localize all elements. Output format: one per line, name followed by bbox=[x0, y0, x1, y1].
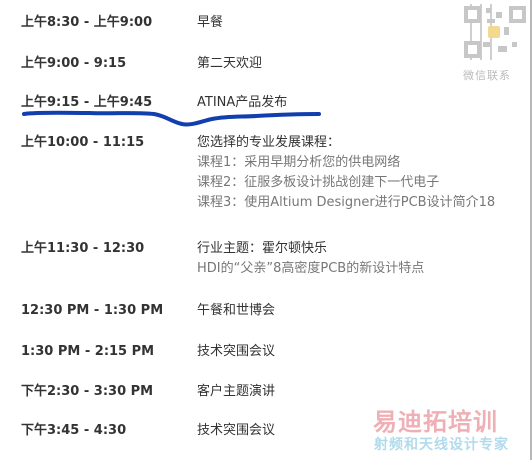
qr-dot bbox=[483, 42, 490, 47]
schedule-title: 午餐和世博会 bbox=[197, 303, 276, 318]
schedule-title: 技术突围会议 bbox=[197, 344, 276, 359]
schedule-title: 您选择的专业发展课程： bbox=[197, 135, 341, 150]
schedule-title: 客户主题演讲 bbox=[197, 384, 276, 399]
schedule-time: 上午10:00 - 11:15 bbox=[21, 135, 145, 150]
schedule-event: 您选择的专业发展课程： 课程1：采用早期分析您的供电网络 课程2：征服多板设计挑… bbox=[197, 134, 517, 213]
schedule-time: 下午2:30 - 3:30 PM bbox=[21, 384, 154, 399]
schedule-event: 技术突围会议 bbox=[197, 422, 517, 440]
schedule-row-7: 1:30 PM - 2:15 PM 技术突围会议 bbox=[0, 343, 460, 373]
schedule-row-1: 上午8:30 - 上午9:00 早餐 bbox=[0, 14, 460, 44]
schedule-time: 上午9:00 - 9:15 bbox=[21, 56, 127, 71]
schedule-subitem: 课程3：使用Altium Designer进行PCB设计简介18 bbox=[197, 195, 496, 210]
schedule-event: 客户主题演讲 bbox=[197, 383, 517, 401]
schedule-row-6: 12:30 PM - 1:30 PM 午餐和世博会 bbox=[0, 302, 460, 332]
qr-dot bbox=[498, 46, 507, 52]
schedule-event: ATINA产品发布 bbox=[197, 94, 517, 112]
schedule-row-8: 下午2:30 - 3:30 PM 客户主题演讲 bbox=[0, 383, 460, 413]
schedule-event: 午餐和世博会 bbox=[197, 302, 517, 320]
schedule-row-9: 下午3:45 - 4:30 技术突围会议 bbox=[0, 422, 460, 452]
schedule-row-5: 上午11:30 - 12:30 行业主题：霍尔顿快乐 HDI的“父亲”8高密度P… bbox=[0, 240, 460, 290]
schedule-row-4: 上午10:00 - 11:15 您选择的专业发展课程： 课程1：采用早期分析您的… bbox=[0, 134, 495, 224]
qr-dot bbox=[496, 12, 502, 18]
schedule-time: 1:30 PM - 2:15 PM bbox=[21, 344, 155, 359]
schedule-event: 技术突围会议 bbox=[197, 343, 517, 361]
schedule-page: 上午8:30 - 上午9:00 早餐 上午9:00 - 9:15 第二天欢迎 上… bbox=[0, 0, 532, 460]
schedule-row-2: 上午9:00 - 9:15 第二天欢迎 bbox=[0, 55, 460, 85]
qr-finder-bottom-left bbox=[464, 41, 481, 58]
schedule-time: 上午8:30 - 上午9:00 bbox=[21, 15, 153, 30]
qr-caption: 微信联系 bbox=[463, 69, 511, 82]
qr-dot bbox=[487, 19, 495, 23]
schedule-row-3: 上午9:15 - 上午9:45 ATINA产品发布 bbox=[0, 94, 460, 124]
schedule-time: 上午9:15 - 上午9:45 bbox=[21, 95, 153, 110]
schedule-title: 技术突围会议 bbox=[197, 423, 276, 438]
qr-dot bbox=[486, 8, 491, 13]
schedule-title: 行业主题：霍尔顿快乐 bbox=[197, 241, 328, 256]
qr-dot bbox=[512, 42, 517, 47]
qr-code bbox=[462, 4, 528, 60]
qr-finder-top-left bbox=[464, 6, 481, 23]
schedule-time: 下午3:45 - 4:30 bbox=[21, 423, 127, 438]
qr-logo bbox=[488, 26, 500, 38]
schedule-subitem: 课程2：征服多板设计挑战创建下一代电子 bbox=[197, 175, 440, 190]
qr-finder-top-right bbox=[509, 6, 526, 23]
schedule-title: ATINA产品发布 bbox=[197, 95, 288, 110]
qr-dot bbox=[504, 27, 509, 35]
schedule-time: 12:30 PM - 1:30 PM bbox=[21, 303, 164, 318]
schedule-event: 行业主题：霍尔顿快乐 HDI的“父亲”8高密度PCB的新设计特点 bbox=[197, 240, 517, 279]
schedule-subitem: HDI的“父亲”8高密度PCB的新设计特点 bbox=[197, 261, 425, 276]
schedule-subitem: 课程1：采用早期分析您的供电网络 bbox=[197, 155, 401, 170]
schedule-time: 上午11:30 - 12:30 bbox=[21, 241, 145, 256]
